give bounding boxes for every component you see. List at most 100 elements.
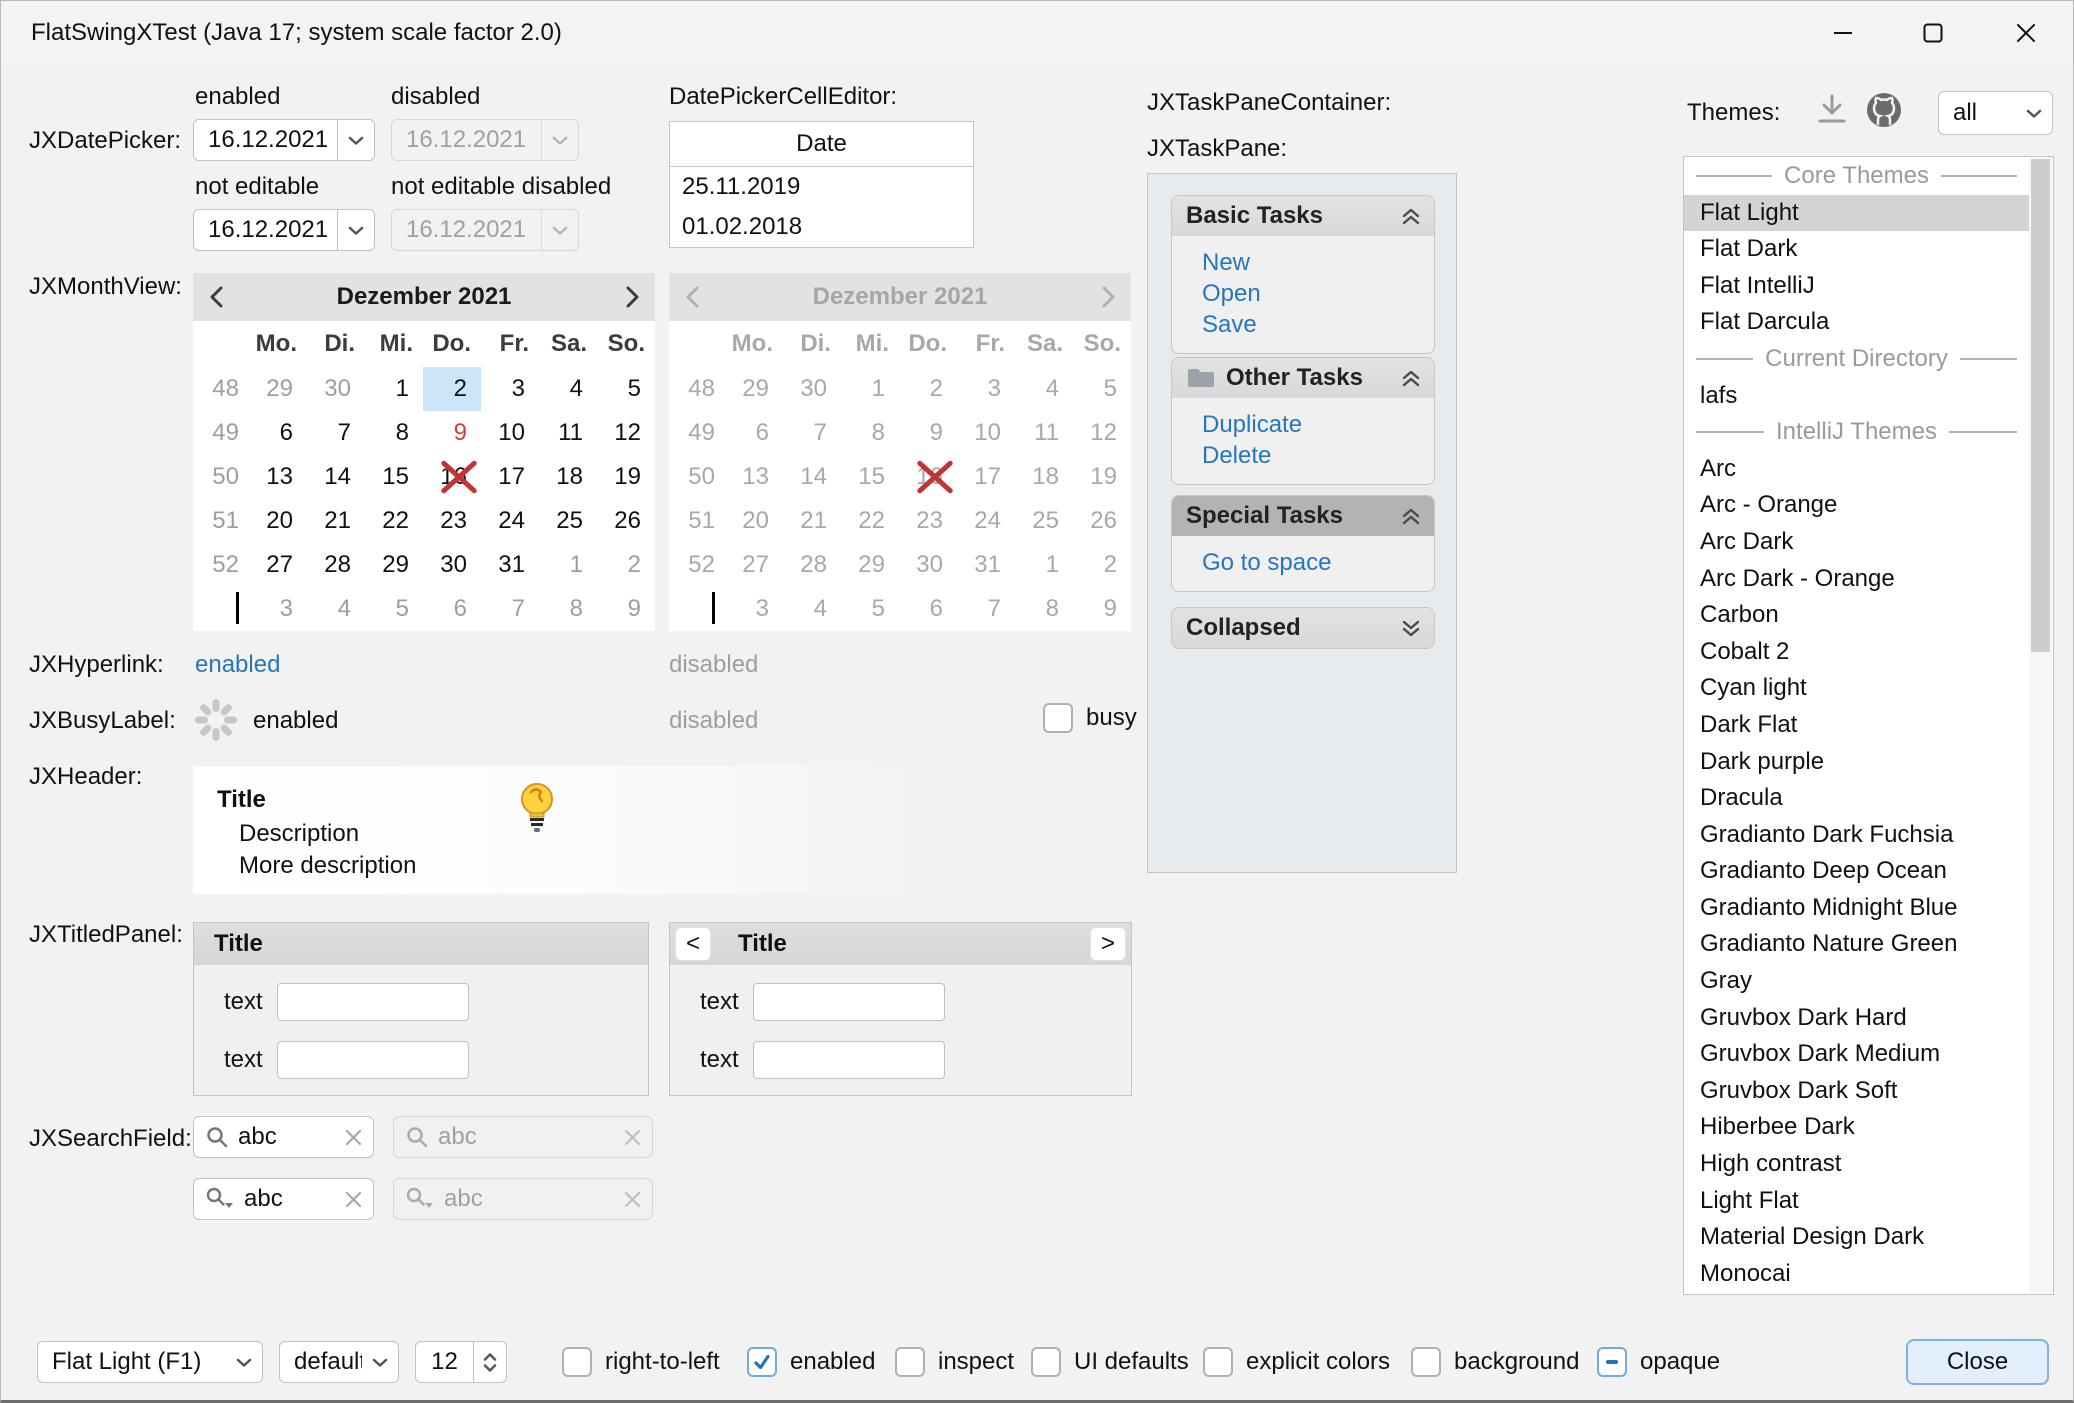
- calendar-day[interactable]: 23: [423, 499, 481, 543]
- double-chevron-up-icon[interactable]: [1402, 508, 1420, 525]
- checkbox-box[interactable]: [1411, 1347, 1441, 1377]
- themes-filter-combobox[interactable]: all: [1938, 91, 2053, 135]
- next-month-button[interactable]: [609, 273, 655, 321]
- task-link[interactable]: Save: [1202, 310, 1434, 339]
- calendar-day[interactable]: 1: [539, 543, 597, 587]
- theme-item[interactable]: Flat Darcula: [1684, 304, 2029, 341]
- calendar-day[interactable]: 8: [539, 587, 597, 631]
- variant-combobox[interactable]: default: [279, 1341, 399, 1383]
- theme-item[interactable]: lafs: [1684, 378, 2029, 415]
- checkbox-opaque[interactable]: opaque: [1597, 1347, 1720, 1377]
- calendar-day[interactable]: 30: [307, 367, 365, 411]
- task-link[interactable]: Open: [1202, 279, 1434, 308]
- prev-month-button[interactable]: [193, 273, 239, 321]
- close-window-button[interactable]: [1979, 1, 2073, 65]
- calendar-day[interactable]: 2: [597, 543, 655, 587]
- search-field-dropdown-enabled[interactable]: abc: [193, 1178, 374, 1220]
- theme-item[interactable]: Dracula: [1684, 780, 2029, 817]
- checkbox-right-to-left[interactable]: right-to-left: [562, 1347, 720, 1377]
- search-dropdown-icon[interactable]: [206, 1187, 234, 1211]
- task-group-header[interactable]: Basic Tasks: [1172, 196, 1434, 236]
- scrollbar-thumb[interactable]: [2031, 159, 2050, 652]
- theme-item[interactable]: Cobalt 2: [1684, 634, 2029, 671]
- calendar-day[interactable]: 8: [365, 411, 423, 455]
- checkbox-box[interactable]: [1043, 703, 1073, 733]
- panel-prev-button[interactable]: <: [675, 927, 711, 961]
- theme-item[interactable]: Arc - Orange: [1684, 487, 2029, 524]
- task-group-header[interactable]: Collapsed: [1172, 608, 1434, 648]
- calendar-day[interactable]: 1: [365, 367, 423, 411]
- calendar-day[interactable]: 10: [481, 411, 539, 455]
- checkbox-box[interactable]: [1203, 1347, 1233, 1377]
- theme-item[interactable]: Gruvbox Dark Medium: [1684, 1036, 2029, 1073]
- theme-item[interactable]: High contrast: [1684, 1146, 2029, 1183]
- calendar-day[interactable]: 24: [481, 499, 539, 543]
- theme-item[interactable]: Carbon: [1684, 597, 2029, 634]
- checkbox-box[interactable]: [1031, 1347, 1061, 1377]
- calendar-day[interactable]: 5: [365, 587, 423, 631]
- theme-item[interactable]: Flat Light: [1684, 195, 2029, 232]
- calendar-day[interactable]: 7: [481, 587, 539, 631]
- calendar-day[interactable]: 5: [597, 367, 655, 411]
- datepicker-dropdown-button[interactable]: [337, 210, 374, 250]
- text-input[interactable]: [277, 983, 469, 1021]
- font-size-value[interactable]: 12: [416, 1348, 473, 1376]
- theme-item[interactable]: Dark purple: [1684, 744, 2029, 781]
- busy-checkbox[interactable]: busy: [1043, 703, 1137, 733]
- checkbox-explicit-colors[interactable]: explicit colors: [1203, 1347, 1390, 1377]
- checkbox-box[interactable]: [895, 1347, 925, 1377]
- search-input[interactable]: abc: [238, 1123, 336, 1151]
- calendar-day[interactable]: 21: [307, 499, 365, 543]
- calendar-day[interactable]: 15: [365, 455, 423, 499]
- chevron-up-icon[interactable]: [483, 1353, 497, 1361]
- calendar-day[interactable]: 11: [539, 411, 597, 455]
- calendar-day[interactable]: 27: [249, 543, 307, 587]
- calendar-day[interactable]: 7: [307, 411, 365, 455]
- theme-item[interactable]: Gruvbox Dark Soft: [1684, 1073, 2029, 1110]
- datepicker-enabled[interactable]: 16.12.2021: [193, 119, 375, 161]
- calendar-day[interactable]: 22: [365, 499, 423, 543]
- spinner-buttons[interactable]: [473, 1342, 506, 1382]
- calendar-day[interactable]: 31: [481, 543, 539, 587]
- clear-icon[interactable]: [346, 1130, 361, 1145]
- checkbox-enabled[interactable]: enabled: [747, 1347, 875, 1377]
- checkbox-box[interactable]: [1597, 1347, 1627, 1377]
- calendar-day[interactable]: 19: [597, 455, 655, 499]
- theme-item[interactable]: Light Flat: [1684, 1183, 2029, 1220]
- table-row[interactable]: 25.11.2019: [670, 167, 973, 207]
- task-link[interactable]: Duplicate: [1202, 410, 1434, 439]
- github-button[interactable]: [1863, 89, 1905, 138]
- checkbox-background[interactable]: background: [1411, 1347, 1579, 1377]
- theme-item[interactable]: Dark Flat: [1684, 707, 2029, 744]
- calendar-day[interactable]: 14: [307, 455, 365, 499]
- clear-icon[interactable]: [346, 1192, 361, 1207]
- datepicker-not-editable[interactable]: 16.12.2021: [193, 209, 375, 251]
- calendar-day[interactable]: 29: [249, 367, 307, 411]
- calendar-day[interactable]: 20: [249, 499, 307, 543]
- theme-item[interactable]: Arc Dark - Orange: [1684, 561, 2029, 598]
- task-link[interactable]: Go to space: [1202, 548, 1434, 577]
- calendar-day[interactable]: 30: [423, 543, 481, 587]
- close-button[interactable]: Close: [1906, 1339, 2049, 1385]
- font-size-spinner[interactable]: 12: [415, 1341, 507, 1383]
- text-input[interactable]: [753, 1041, 945, 1079]
- theme-combo-value[interactable]: Flat Light (F1): [38, 1348, 226, 1376]
- theme-item[interactable]: Gruvbox Dark Hard: [1684, 1000, 2029, 1037]
- calendar-day[interactable]: 16: [423, 455, 481, 499]
- task-link[interactable]: Delete: [1202, 441, 1434, 470]
- calendar-day[interactable]: 17: [481, 455, 539, 499]
- combo-dropdown-button[interactable]: [2016, 92, 2052, 134]
- panel-next-button[interactable]: >: [1090, 927, 1126, 961]
- task-link[interactable]: New: [1202, 248, 1434, 277]
- download-themes-button[interactable]: [1813, 91, 1851, 136]
- calendar-day[interactable]: 9: [423, 411, 481, 455]
- calendar-day[interactable]: 3: [249, 587, 307, 631]
- calendar-day[interactable]: 6: [249, 411, 307, 455]
- datepicker-value[interactable]: 16.12.2021: [194, 126, 337, 154]
- theme-item[interactable]: Gradianto Deep Ocean: [1684, 853, 2029, 890]
- calendar-day[interactable]: 28: [307, 543, 365, 587]
- double-chevron-down-icon[interactable]: [1402, 620, 1420, 637]
- calendar-day[interactable]: 6: [423, 587, 481, 631]
- calendar-day[interactable]: 4: [539, 367, 597, 411]
- theme-item[interactable]: Arc: [1684, 451, 2029, 488]
